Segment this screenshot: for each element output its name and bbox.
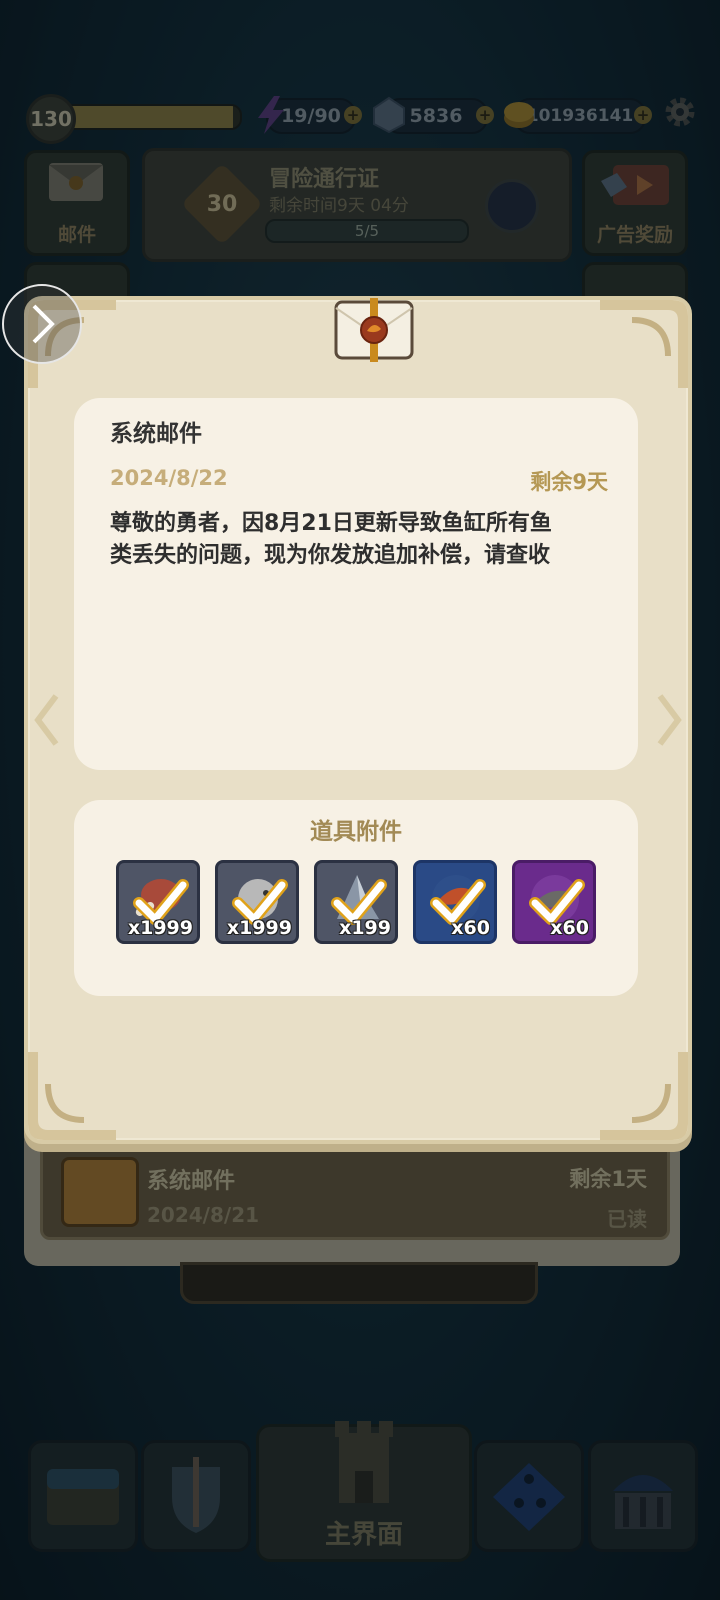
mail-body-line: 尊敬的勇者，因8月21日更新导致鱼缸所有鱼 [110, 511, 552, 536]
mail-detail-dialog: 系统邮件 2024/8/22 剩余9天 尊敬的勇者，因8月21日更新导致鱼缸所有… [24, 296, 692, 1144]
chevron-right-icon [32, 304, 55, 344]
attachment-item-2[interactable]: x1999 [215, 860, 299, 944]
wax-seal-envelope-icon [334, 298, 414, 362]
letter-content-box: 系统邮件 2024/8/22 剩余9天 尊敬的勇者，因8月21日更新导致鱼缸所有… [74, 398, 638, 770]
mail-body: 尊敬的勇者，因8月21日更新导致鱼缸所有鱼 类丢失的问题，现为你发放追加补偿，请… [110, 508, 610, 572]
mail-remaining-days: 剩余9天 [530, 470, 608, 494]
attachments-title: 道具附件 [310, 819, 402, 845]
attachment-quantity: x1999 [226, 917, 292, 939]
next-mail-button[interactable] [2, 284, 82, 364]
attachment-quantity: x1999 [127, 917, 193, 939]
attachment-quantity: x60 [550, 917, 589, 939]
attachments-box: 道具附件 x1999 x1999 x199 x60 x60 [74, 800, 638, 996]
attachment-quantity: x199 [339, 917, 391, 939]
mail-sender: 系统邮件 [110, 421, 202, 447]
corner-ornament-icon [28, 1052, 116, 1140]
attachment-item-3[interactable]: x199 [314, 860, 398, 944]
corner-ornament-icon [600, 300, 688, 388]
right-ornament-icon [657, 694, 682, 746]
corner-ornament-icon [600, 1052, 688, 1140]
attachment-quantity: x60 [451, 917, 490, 939]
attachment-item-4[interactable]: x60 [413, 860, 497, 944]
left-ornament-icon [34, 694, 59, 746]
mail-body-line: 类丢失的问题，现为你发放追加补偿，请查收 [110, 543, 551, 568]
attachment-item-1[interactable]: x1999 [116, 860, 200, 944]
mail-date: 2024/8/22 [110, 466, 228, 490]
attachment-list: x1999 x1999 x199 x60 x60 [116, 860, 596, 946]
attachment-item-5[interactable]: x60 [512, 860, 596, 944]
